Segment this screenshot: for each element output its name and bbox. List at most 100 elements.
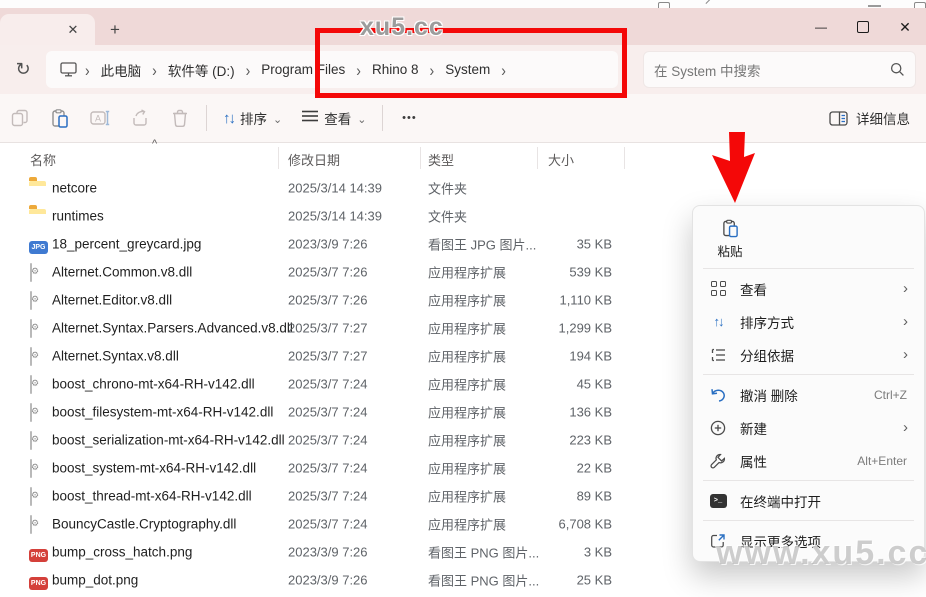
file-date: 2025/3/7 7:24 <box>288 461 368 476</box>
menu-item-label: 排序方式 <box>740 312 903 332</box>
menu-item-show-more-options[interactable]: 显示更多选项 <box>697 524 920 557</box>
file-size: 6,708 KB <box>520 517 612 532</box>
file-date: 2025/3/7 7:24 <box>288 489 368 504</box>
sort-ascending-icon: ^ <box>152 138 157 150</box>
file-name: runtimes <box>52 209 104 224</box>
delete-button[interactable] <box>160 100 200 136</box>
file-name: Alternet.Common.v8.dll <box>52 265 192 280</box>
menu-item-label: 查看 <box>740 279 903 299</box>
file-date: 2025/3/14 14:39 <box>288 209 382 224</box>
file-size: 136 KB <box>520 405 612 420</box>
file-name: Alternet.Editor.v8.dll <box>52 293 172 308</box>
share-button[interactable] <box>120 100 160 136</box>
file-size: 45 KB <box>520 377 612 392</box>
this-pc-icon[interactable] <box>60 62 77 77</box>
column-header-date[interactable]: 修改日期 <box>288 150 340 169</box>
plus-circle-icon <box>709 420 727 436</box>
chevron-right-icon: › <box>242 60 255 79</box>
dll-file-icon: ⚙ <box>29 320 46 336</box>
menu-item-sort-by[interactable]: ↑↓ 排序方式 › <box>697 305 920 338</box>
file-type: 应用程序扩展 <box>428 375 506 394</box>
file-name: Alternet.Syntax.Parsers.Advanced.v8.dll <box>52 321 293 336</box>
file-size: 22 KB <box>520 461 612 476</box>
column-divider <box>420 147 421 169</box>
menu-item-label: 撤消 删除 <box>740 385 874 405</box>
tab-close-icon[interactable]: ✕ <box>63 20 83 40</box>
menu-item-new[interactable]: 新建 › <box>697 411 920 444</box>
file-name: boost_serialization-mt-x64-RH-v142.dll <box>52 433 285 448</box>
file-size: 223 KB <box>520 433 612 448</box>
chevron-right-icon: › <box>497 60 510 79</box>
chevron-down-icon: ⌄ <box>273 113 282 126</box>
file-size: 1,110 KB <box>520 293 612 308</box>
explorer-tab[interactable]: ✕ <box>0 14 95 45</box>
column-divider <box>624 147 625 169</box>
copy-button[interactable] <box>0 100 40 136</box>
menu-item-open-in-terminal[interactable]: >_ 在终端中打开 <box>697 484 920 517</box>
menu-shortcut: Alt+Enter <box>857 454 907 468</box>
file-type: 应用程序扩展 <box>428 403 506 422</box>
menu-item-view[interactable]: 查看 › <box>697 272 920 305</box>
more-options-button[interactable]: ••• <box>389 100 429 136</box>
table-row[interactable]: netcore 2025/3/14 14:39 文件夹 <box>0 174 926 202</box>
sort-label: 排序 <box>240 108 267 128</box>
rename-button[interactable]: A <box>80 100 120 136</box>
refresh-button[interactable]: ↻ <box>10 57 36 83</box>
file-type: 应用程序扩展 <box>428 347 506 366</box>
file-date: 2025/3/7 7:24 <box>288 517 368 532</box>
folder-icon <box>29 180 46 196</box>
table-row[interactable]: PNG bump_dot.png 2023/3/9 7:26 看图王 PNG 图… <box>0 566 926 594</box>
folder-icon <box>29 208 46 224</box>
menu-divider <box>703 480 914 481</box>
menu-item-undo-delete[interactable]: 撤消 删除 Ctrl+Z <box>697 378 920 411</box>
search-placeholder: 在 System 中搜索 <box>654 60 890 80</box>
column-header-name[interactable]: 名称 <box>30 150 56 169</box>
sort-button[interactable]: ↑↓ 排序 ⌄ <box>213 100 292 136</box>
file-type: 应用程序扩展 <box>428 459 506 478</box>
file-size: 1,299 KB <box>520 321 612 336</box>
search-icon[interactable] <box>890 62 905 77</box>
paste-button[interactable] <box>40 100 80 136</box>
file-size: 194 KB <box>520 349 612 364</box>
new-tab-button[interactable]: + <box>104 20 126 42</box>
file-name: bump_dot.png <box>52 573 138 588</box>
menu-divider <box>703 520 914 521</box>
search-input[interactable]: 在 System 中搜索 <box>643 51 916 88</box>
breadcrumb[interactable]: › 此电脑 › 软件等 (D:) › Program Files › Rhino… <box>46 51 618 88</box>
menu-item-group-by[interactable]: 分组依据 › <box>697 338 920 371</box>
chevron-right-icon: › <box>903 280 908 297</box>
breadcrumb-this-pc[interactable]: 此电脑 <box>94 56 149 84</box>
view-button[interactable]: 查看 ⌄ <box>292 100 376 136</box>
dll-file-icon: ⚙ <box>29 292 46 308</box>
breadcrumb-rhino-8[interactable]: Rhino 8 <box>365 58 426 81</box>
details-pane-button[interactable]: 详细信息 <box>829 108 910 128</box>
breadcrumb-program-files[interactable]: Program Files <box>254 58 352 81</box>
context-paste-button[interactable]: 粘贴 <box>699 214 761 264</box>
menu-divider <box>703 374 914 375</box>
breadcrumb-drive-d[interactable]: 软件等 (D:) <box>161 56 242 84</box>
dll-file-icon: ⚙ <box>29 516 46 532</box>
file-size: 3 KB <box>520 545 612 560</box>
sort-arrows-icon: ↑↓ <box>223 110 234 127</box>
file-name: boost_thread-mt-x64-RH-v142.dll <box>52 489 252 504</box>
file-type: 应用程序扩展 <box>428 263 506 282</box>
view-label: 查看 <box>324 108 351 128</box>
dll-file-icon: ⚙ <box>29 432 46 448</box>
file-type: 应用程序扩展 <box>428 515 506 534</box>
minimize-button[interactable]: — <box>800 12 842 42</box>
menu-item-properties[interactable]: 属性 Alt+Enter <box>697 444 920 477</box>
column-headers: ^ 名称 修改日期 类型 大小 <box>0 144 926 173</box>
breadcrumb-system[interactable]: System <box>438 58 497 81</box>
group-by-icon <box>709 348 727 362</box>
column-header-size[interactable]: 大小 <box>548 150 574 169</box>
dll-file-icon: ⚙ <box>29 460 46 476</box>
details-label: 详细信息 <box>856 108 910 128</box>
menu-divider <box>703 268 914 269</box>
details-pane-icon <box>829 111 848 126</box>
column-divider <box>537 147 538 169</box>
dll-file-icon: ⚙ <box>29 348 46 364</box>
maximize-button[interactable] <box>842 12 884 42</box>
file-date: 2025/3/14 14:39 <box>288 181 382 196</box>
close-button[interactable]: ✕ <box>884 12 926 42</box>
column-header-type[interactable]: 类型 <box>428 150 454 169</box>
